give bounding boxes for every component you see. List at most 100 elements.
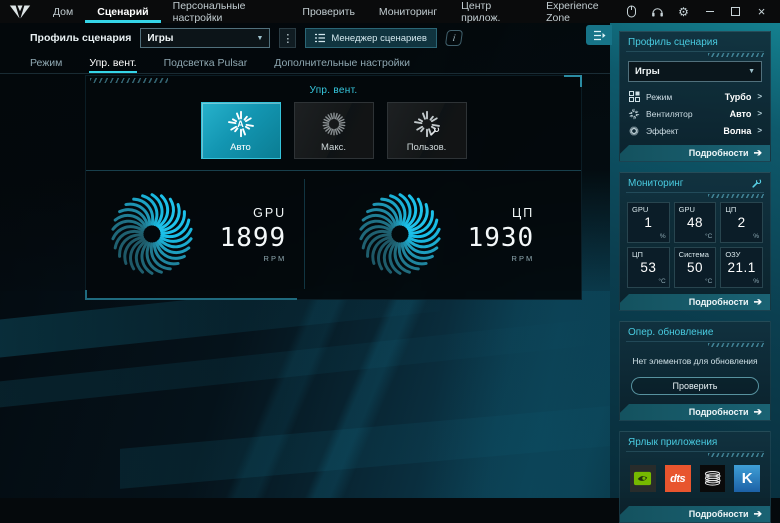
nav-check[interactable]: Проверить xyxy=(290,0,367,23)
brightness-effect-icon xyxy=(628,125,640,137)
sensor-tile-cpu-temp: ЦП 53 °C xyxy=(627,247,670,288)
tile-label: GPU xyxy=(679,205,712,214)
headset-icon[interactable] xyxy=(651,5,664,18)
profile-bar: Профиль сценария Игры ▼ ⋮ Менеджер сцена… xyxy=(0,26,640,50)
fan-mode-max-button[interactable]: Макс. xyxy=(294,102,374,159)
chevron-down-icon: ▼ xyxy=(748,68,755,75)
check-updates-button[interactable]: Проверить xyxy=(631,377,759,395)
wrench-icon[interactable] xyxy=(751,178,762,189)
custom-fan-icon xyxy=(411,109,443,139)
info-icon[interactable]: i xyxy=(445,30,463,46)
settings-gear-icon[interactable]: ⚙ xyxy=(677,5,690,18)
header-hatch-decor xyxy=(626,51,764,58)
arrow-right-icon: ➔ xyxy=(754,407,762,418)
details-label: Подробности xyxy=(689,407,749,417)
chevron-right-icon: > xyxy=(757,126,762,135)
nav-experience-zone[interactable]: Experience Zone xyxy=(534,0,625,23)
monitoring-details-link[interactable]: Подробности ➔ xyxy=(620,294,770,310)
profile-row-mode-label: Режим xyxy=(646,92,672,102)
profile-row-effect-label: Эффект xyxy=(646,126,679,136)
profile-label: Профиль сценария xyxy=(30,32,131,44)
fan-mode-custom-button[interactable]: Пользов. xyxy=(387,102,467,159)
tile-value: 2 xyxy=(725,215,758,230)
header-hatch-decor xyxy=(626,341,764,348)
nvidia-app-icon[interactable] xyxy=(630,465,656,492)
shortcuts-details-link[interactable]: Подробности ➔ xyxy=(620,506,770,522)
minimize-button[interactable] xyxy=(703,5,716,18)
sensor-tile-gpu-load: GPU 1 % xyxy=(627,202,670,243)
tile-unit: °C xyxy=(705,233,712,240)
scenario-manager-label: Менеджер сценариев xyxy=(331,33,427,44)
gpu-fan-gauge: GPU 1899 RPM xyxy=(86,186,304,282)
scenario-manager-button[interactable]: Менеджер сценариев xyxy=(305,28,437,48)
details-label: Подробности xyxy=(689,509,749,519)
fan-icon xyxy=(628,108,640,120)
update-details-link[interactable]: Подробности ➔ xyxy=(620,404,770,420)
gpu-gauge-label: GPU xyxy=(220,206,287,220)
tab-fan-control[interactable]: Упр. вент. xyxy=(89,53,136,73)
sensor-tiles: GPU 1 % GPU 48 °C ЦП 2 % ЦП 53 °C Систем… xyxy=(627,202,763,288)
monitoring-panel: Мониторинг GPU 1 % GPU 48 °C ЦП 2 % xyxy=(619,172,771,311)
profile-select-value: Игры xyxy=(147,33,173,44)
nav-personal-settings[interactable]: Персональные настройки xyxy=(161,0,291,23)
top-nav: Дом Сценарий Персональные настройки Пров… xyxy=(41,0,625,23)
killer-app-icon[interactable]: K xyxy=(734,465,760,492)
tile-unit: °C xyxy=(658,278,665,285)
tile-label: ЦП xyxy=(632,250,665,259)
profile-row-effect[interactable]: Эффект Волна > xyxy=(628,122,762,139)
chevron-right-icon: > xyxy=(757,92,762,101)
sidebar-profile-dropdown[interactable]: Игры ▼ xyxy=(628,61,762,82)
nav-scenario[interactable]: Сценарий xyxy=(85,0,160,23)
maximize-button[interactable] xyxy=(729,5,742,18)
window-controls: ⚙ × xyxy=(625,0,780,23)
coil-app-icon[interactable] xyxy=(700,465,726,492)
fan-mode-auto-button[interactable]: A Авто xyxy=(201,102,281,159)
profile-panel-title: Профиль сценария xyxy=(628,37,718,48)
tab-advanced-settings[interactable]: Дополнительные настройки xyxy=(274,53,410,73)
tile-unit: % xyxy=(660,233,666,240)
profile-row-fan-value: Авто xyxy=(730,109,752,119)
nav-home[interactable]: Дом xyxy=(41,0,85,23)
fan-mode-custom-label: Пользов. xyxy=(407,142,447,153)
fan-control-panel: Упр. вент. A Авто Макс. Пользов. xyxy=(85,75,582,300)
cpu-rpm-unit: RPM xyxy=(468,254,535,263)
profile-row-effect-value: Волна xyxy=(723,126,751,136)
nav-monitoring[interactable]: Мониторинг xyxy=(367,0,449,23)
monitoring-panel-title: Мониторинг xyxy=(628,178,683,189)
nav-app-center[interactable]: Центр прилож. xyxy=(449,0,534,23)
profile-details-link[interactable]: Подробности ➔ xyxy=(620,145,770,161)
profile-select[interactable]: Игры ▼ xyxy=(140,28,270,48)
profile-row-mode[interactable]: Режим Турбо > xyxy=(628,88,762,105)
tile-label: ОЗУ xyxy=(725,250,758,259)
fan-mode-auto-label: Авто xyxy=(230,142,251,153)
chevron-down-icon: ▼ xyxy=(256,35,263,42)
tab-mode[interactable]: Режим xyxy=(30,53,62,73)
close-button[interactable]: × xyxy=(755,5,768,18)
tile-label: ЦП xyxy=(725,205,758,214)
profile-more-button[interactable]: ⋮ xyxy=(279,28,296,48)
profile-row-mode-value: Турбо xyxy=(725,92,752,102)
dts-app-icon[interactable]: dts xyxy=(665,465,691,492)
max-fan-icon xyxy=(318,109,350,139)
mode-grid-icon xyxy=(628,91,640,103)
details-label: Подробности xyxy=(689,148,749,158)
mouse-icon[interactable] xyxy=(625,5,638,18)
sensor-tile-gpu-temp: GPU 48 °C xyxy=(674,202,717,243)
fan-swirl-icon xyxy=(352,186,448,282)
tile-value: 50 xyxy=(679,260,712,275)
shortcuts-panel-title: Ярлык приложения xyxy=(628,437,717,448)
panel-hatch-decor xyxy=(90,78,168,83)
dts-label: dts xyxy=(670,473,685,485)
gpu-rpm-unit: RPM xyxy=(220,254,287,263)
profile-row-fan[interactable]: Вентилятор Авто > xyxy=(628,105,762,122)
profile-row-fan-label: Вентилятор xyxy=(646,109,693,119)
tab-pulsar-lighting[interactable]: Подсветка Pulsar xyxy=(164,53,248,73)
scenario-tabs: Режим Упр. вент. Подсветка Pulsar Дополн… xyxy=(0,53,640,74)
fan-mode-group: A Авто Макс. Пользов. xyxy=(86,102,581,159)
sensor-tile-cpu-load: ЦП 2 % xyxy=(720,202,763,243)
profile-summary-panel: Профиль сценария Игры ▼ Режим Турбо > Ве… xyxy=(619,31,771,162)
header-hatch-decor xyxy=(626,451,764,458)
sidebar-toggle-button[interactable] xyxy=(586,25,612,45)
tile-unit: °C xyxy=(705,278,712,285)
app-shortcuts-panel: Ярлык приложения dts K xyxy=(619,431,771,523)
